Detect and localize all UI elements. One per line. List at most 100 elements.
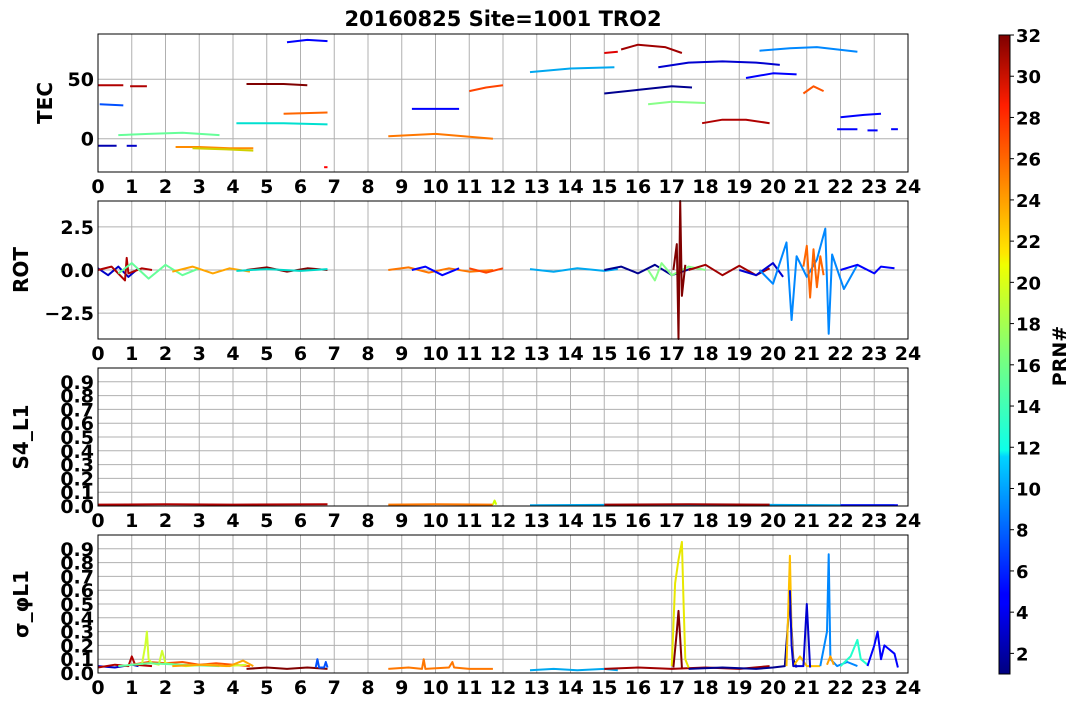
series-line-19	[839, 638, 869, 667]
y-tick-label: 0.9	[60, 539, 94, 561]
series-line-17	[529, 66, 615, 74]
series-line-21	[620, 43, 683, 54]
series-line-10	[246, 83, 308, 87]
x-tick-label: 8	[361, 510, 374, 532]
subplots: 0 1 2 3 4 5 6 7 8 9 10 11 12 13 14 15 16 17 18 19 20 21 22 23 24…	[9, 33, 921, 699]
series-line-3	[491, 499, 498, 505]
x-tick-label: 4	[226, 343, 239, 365]
x-tick-label: 14	[557, 677, 583, 699]
x-tick-label: 24	[895, 677, 921, 699]
colorbar-tick-label: 32	[1016, 26, 1041, 47]
series-line-12	[286, 38, 328, 44]
x-tick-label: 11	[456, 677, 482, 699]
x-tick-label: 24	[895, 176, 921, 198]
x-tick-label: 16	[625, 677, 651, 699]
series-line-22	[658, 60, 780, 69]
x-tick-label: 21	[794, 176, 820, 198]
colorbar-tick-label: 2	[1016, 644, 1029, 665]
series-line-17	[819, 553, 858, 668]
colorbar-tick-label: 10	[1016, 479, 1041, 500]
chart-title: 20160825 Site=1001 TRO2	[344, 7, 661, 31]
x-tick-label: 12	[490, 343, 516, 365]
x-tick-label: 6	[294, 176, 307, 198]
x-tick-label: 9	[395, 176, 408, 198]
series-line-18	[840, 263, 895, 275]
colorbar-tick-label: 24	[1016, 191, 1041, 212]
x-tick-label: 15	[591, 176, 617, 198]
colorbar-tick-label: 28	[1016, 108, 1041, 129]
x-tick-label: 21	[794, 343, 820, 365]
y-axis-label: ROT	[9, 247, 33, 293]
x-tick-label: 6	[294, 677, 307, 699]
y-axis-label: TEC	[33, 82, 57, 124]
x-tick-label: 9	[395, 677, 408, 699]
series-line-24	[745, 72, 797, 79]
x-tick-label: 18	[692, 343, 718, 365]
x-tick-label: 5	[260, 510, 273, 532]
x-tick-label: 6	[294, 343, 307, 365]
series-line-14	[388, 132, 493, 140]
y-tick-label: 0	[81, 129, 94, 151]
subplot-1: 0 1 2 3 4 5 6 7 8 9 10 11 12 13 14 15 16 17 18 19 20 21 22 23 24…	[33, 33, 921, 198]
y-tick-label: 0.0	[60, 260, 94, 282]
x-tick-label: 5	[260, 677, 273, 699]
x-tick-label: 7	[328, 343, 341, 365]
series-line-20	[604, 50, 618, 54]
x-tick-label: 18	[692, 176, 718, 198]
x-tick-label: 13	[524, 510, 550, 532]
colorbar-tick-label: 4	[1016, 603, 1029, 624]
x-tick-label: 19	[726, 176, 752, 198]
series-line-25	[759, 46, 858, 53]
x-tick-label: 19	[726, 677, 752, 699]
y-tick-label: 0.9	[60, 372, 94, 394]
x-tick-label: 13	[524, 677, 550, 699]
x-tick-label: 18	[692, 510, 718, 532]
x-tick-label: 17	[659, 176, 685, 198]
series-line-9	[236, 122, 328, 126]
y-axis-label: σ_φL1	[9, 570, 33, 638]
y-axis-label: S4_L1	[9, 405, 33, 470]
series-line-19	[647, 100, 706, 106]
x-tick-label: 2	[159, 677, 172, 699]
x-tick-label: 23	[861, 677, 887, 699]
x-tick-label: 3	[193, 510, 206, 532]
x-tick-label: 20	[760, 677, 786, 699]
x-tick-label: 18	[692, 677, 718, 699]
x-tick-label: 4	[226, 176, 239, 198]
x-tick-label: 4	[226, 677, 239, 699]
x-tick-label: 1	[125, 343, 138, 365]
y-tick-label: 2.5	[60, 217, 94, 239]
x-tick-label: 22	[827, 510, 853, 532]
colorbar-gradient	[998, 34, 1011, 675]
x-tick-label: 7	[328, 176, 341, 198]
series-line-6	[236, 268, 328, 272]
x-tick-label: 10	[422, 510, 448, 532]
x-tick-label: 20	[760, 176, 786, 198]
series-line-7	[246, 666, 328, 670]
x-tick-label: 14	[557, 176, 583, 198]
colorbar-tick-label: 8	[1016, 521, 1029, 542]
series-line-23	[701, 118, 770, 125]
x-tick-label: 3	[193, 176, 206, 198]
x-tick-label: 8	[361, 677, 374, 699]
colorbar-tick-label: 18	[1016, 315, 1041, 336]
x-tick-label: 11	[456, 343, 482, 365]
x-tick-label: 5	[260, 343, 273, 365]
x-tick-label: 4	[226, 510, 239, 532]
x-tick-label: 14	[557, 510, 583, 532]
x-tick-label: 5	[260, 176, 273, 198]
colorbar-tick-label: 14	[1016, 397, 1041, 418]
x-tick-label: 19	[726, 343, 752, 365]
x-tick-label: 11	[456, 176, 482, 198]
colorbar-tick-label: 16	[1016, 356, 1041, 377]
colorbar-tick-label: 6	[1016, 562, 1029, 583]
x-tick-label: 10	[422, 176, 448, 198]
series-line-8	[314, 658, 329, 669]
x-tick-label: 11	[456, 510, 482, 532]
x-tick-label: 7	[328, 510, 341, 532]
x-tick-label: 3	[193, 677, 206, 699]
x-tick-label: 24	[895, 343, 921, 365]
x-tick-label: 13	[524, 343, 550, 365]
x-tick-label: 16	[625, 343, 651, 365]
y-tick-label: −2.5	[44, 303, 94, 325]
